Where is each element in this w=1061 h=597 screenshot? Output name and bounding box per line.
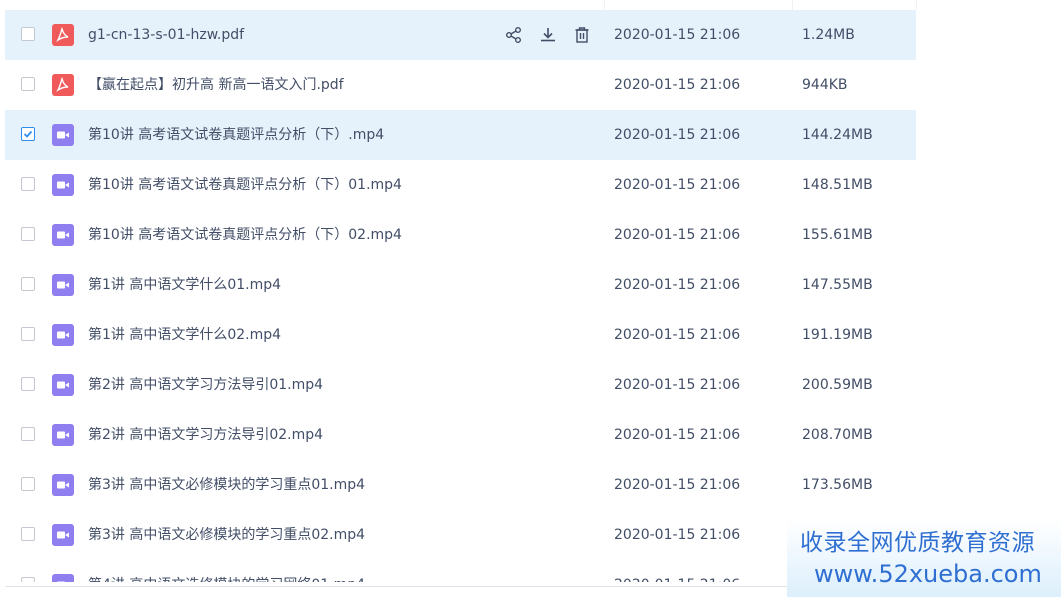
video-file-icon	[52, 274, 74, 296]
column-header-edge	[0, 0, 1061, 10]
video-file-icon	[52, 324, 74, 346]
file-date: 2020-01-15 21:06	[614, 177, 741, 193]
file-size: 173.56MB	[802, 477, 873, 493]
file-date: 2020-01-15 21:06	[614, 127, 741, 143]
file-size: 191.19MB	[802, 327, 873, 343]
file-name[interactable]: 【赢在起点】初升高 新高一语文入门.pdf	[88, 60, 344, 110]
file-date: 2020-01-15 21:06	[614, 277, 741, 293]
file-name[interactable]: 第4讲 高中语文选修模块的学习网络01.mp4	[88, 560, 365, 582]
row-checkbox[interactable]	[21, 477, 35, 491]
delete-icon[interactable]	[572, 25, 592, 45]
file-row[interactable]: 第3讲 高中语文必修模块的学习重点01.mp4 2020-01-15 21:06 1…	[5, 460, 916, 510]
row-checkbox[interactable]	[21, 377, 35, 391]
video-file-icon	[52, 124, 74, 146]
file-date: 2020-01-15 21:06	[614, 27, 741, 43]
video-file-icon	[52, 224, 74, 246]
file-size: 208.70MB	[802, 427, 873, 443]
file-date: 2020-01-15 21:06	[614, 477, 741, 493]
column-divider	[792, 0, 793, 10]
video-file-icon	[52, 524, 74, 546]
file-name[interactable]: g1-cn-13-s-01-hzw.pdf	[88, 10, 244, 60]
horizontal-scroll-track[interactable]	[5, 586, 916, 587]
file-name[interactable]: 第3讲 高中语文必修模块的学习重点02.mp4	[88, 510, 365, 560]
column-divider	[916, 0, 917, 10]
file-name[interactable]: 第10讲 高考语文试卷真题评点分析（下）01.mp4	[88, 160, 402, 210]
pdf-file-icon	[52, 74, 74, 96]
pdf-file-icon	[52, 24, 74, 46]
row-checkbox[interactable]	[21, 27, 35, 41]
file-row[interactable]: 第4讲 高中语文选修模块的学习网络01.mp4 2020-01-15 21:06	[5, 560, 916, 582]
watermark-url: www.52xueba.com	[814, 560, 1042, 588]
file-date: 2020-01-15 21:06	[614, 527, 741, 543]
file-name[interactable]: 第2讲 高中语文学习方法导引01.mp4	[88, 360, 323, 410]
video-file-icon	[52, 574, 74, 582]
video-file-icon	[52, 474, 74, 496]
file-name[interactable]: 第10讲 高考语文试卷真题评点分析（下）.mp4	[88, 110, 384, 160]
file-date: 2020-01-15 21:06	[614, 427, 741, 443]
row-checkbox[interactable]	[21, 127, 35, 141]
file-row[interactable]: 第10讲 高考语文试卷真题评点分析（下）02.mp4 2020-01-15 21:…	[5, 210, 916, 260]
file-list: g1-cn-13-s-01-hzw.pdf 2020-01-15 21:06 1.2…	[5, 10, 916, 582]
file-size: 144.24MB	[802, 127, 873, 143]
row-checkbox[interactable]	[21, 227, 35, 241]
video-file-icon	[52, 174, 74, 196]
file-name[interactable]: 第1讲 高中语文学什么01.mp4	[88, 260, 281, 310]
file-row[interactable]: 第1讲 高中语文学什么02.mp4 2020-01-15 21:06 191.19M…	[5, 310, 916, 360]
file-date: 2020-01-15 21:06	[614, 377, 741, 393]
file-size: 147.55MB	[802, 277, 873, 293]
file-row[interactable]: 第2讲 高中语文学习方法导引01.mp4 2020-01-15 21:06 200.…	[5, 360, 916, 410]
column-divider	[604, 0, 605, 10]
row-checkbox[interactable]	[21, 277, 35, 291]
file-name[interactable]: 第10讲 高考语文试卷真题评点分析（下）02.mp4	[88, 210, 402, 260]
share-icon[interactable]	[504, 25, 524, 45]
file-row[interactable]: 第3讲 高中语文必修模块的学习重点02.mp4 2020-01-15 21:06	[5, 510, 916, 560]
file-row[interactable]: 第2讲 高中语文学习方法导引02.mp4 2020-01-15 21:06 208.…	[5, 410, 916, 460]
download-icon[interactable]	[538, 25, 558, 45]
file-date: 2020-01-15 21:06	[614, 227, 741, 243]
file-name[interactable]: 第3讲 高中语文必修模块的学习重点01.mp4	[88, 460, 365, 510]
watermark-slogan: 收录全网优质教育资源	[800, 530, 1035, 556]
row-checkbox[interactable]	[21, 77, 35, 91]
file-row[interactable]: g1-cn-13-s-01-hzw.pdf 2020-01-15 21:06 1.2…	[5, 10, 916, 60]
file-row[interactable]: 第10讲 高考语文试卷真题评点分析（下）01.mp4 2020-01-15 21:…	[5, 160, 916, 210]
video-file-icon	[52, 374, 74, 396]
file-name[interactable]: 第1讲 高中语文学什么02.mp4	[88, 310, 281, 360]
file-row[interactable]: 第10讲 高考语文试卷真题评点分析（下）.mp4 2020-01-15 21:06…	[5, 110, 916, 160]
file-date: 2020-01-15 21:06	[614, 560, 740, 582]
row-checkbox[interactable]	[21, 177, 35, 191]
file-name[interactable]: 第2讲 高中语文学习方法导引02.mp4	[88, 410, 323, 460]
file-date: 2020-01-15 21:06	[614, 77, 741, 93]
row-checkbox[interactable]	[21, 327, 35, 341]
row-checkbox[interactable]	[21, 427, 35, 441]
file-size: 155.61MB	[802, 227, 873, 243]
row-checkbox[interactable]	[21, 527, 35, 541]
file-size: 1.24MB	[802, 27, 855, 43]
file-row[interactable]: 【赢在起点】初升高 新高一语文入门.pdf 2020-01-15 21:06 944…	[5, 60, 916, 110]
row-actions	[504, 25, 592, 45]
file-row[interactable]: 第1讲 高中语文学什么01.mp4 2020-01-15 21:06 147.55M…	[5, 260, 916, 310]
file-date: 2020-01-15 21:06	[614, 327, 741, 343]
file-size: 200.59MB	[802, 377, 873, 393]
file-size: 944KB	[802, 77, 848, 93]
video-file-icon	[52, 424, 74, 446]
file-size: 148.51MB	[802, 177, 873, 193]
row-checkbox[interactable]	[21, 577, 35, 582]
